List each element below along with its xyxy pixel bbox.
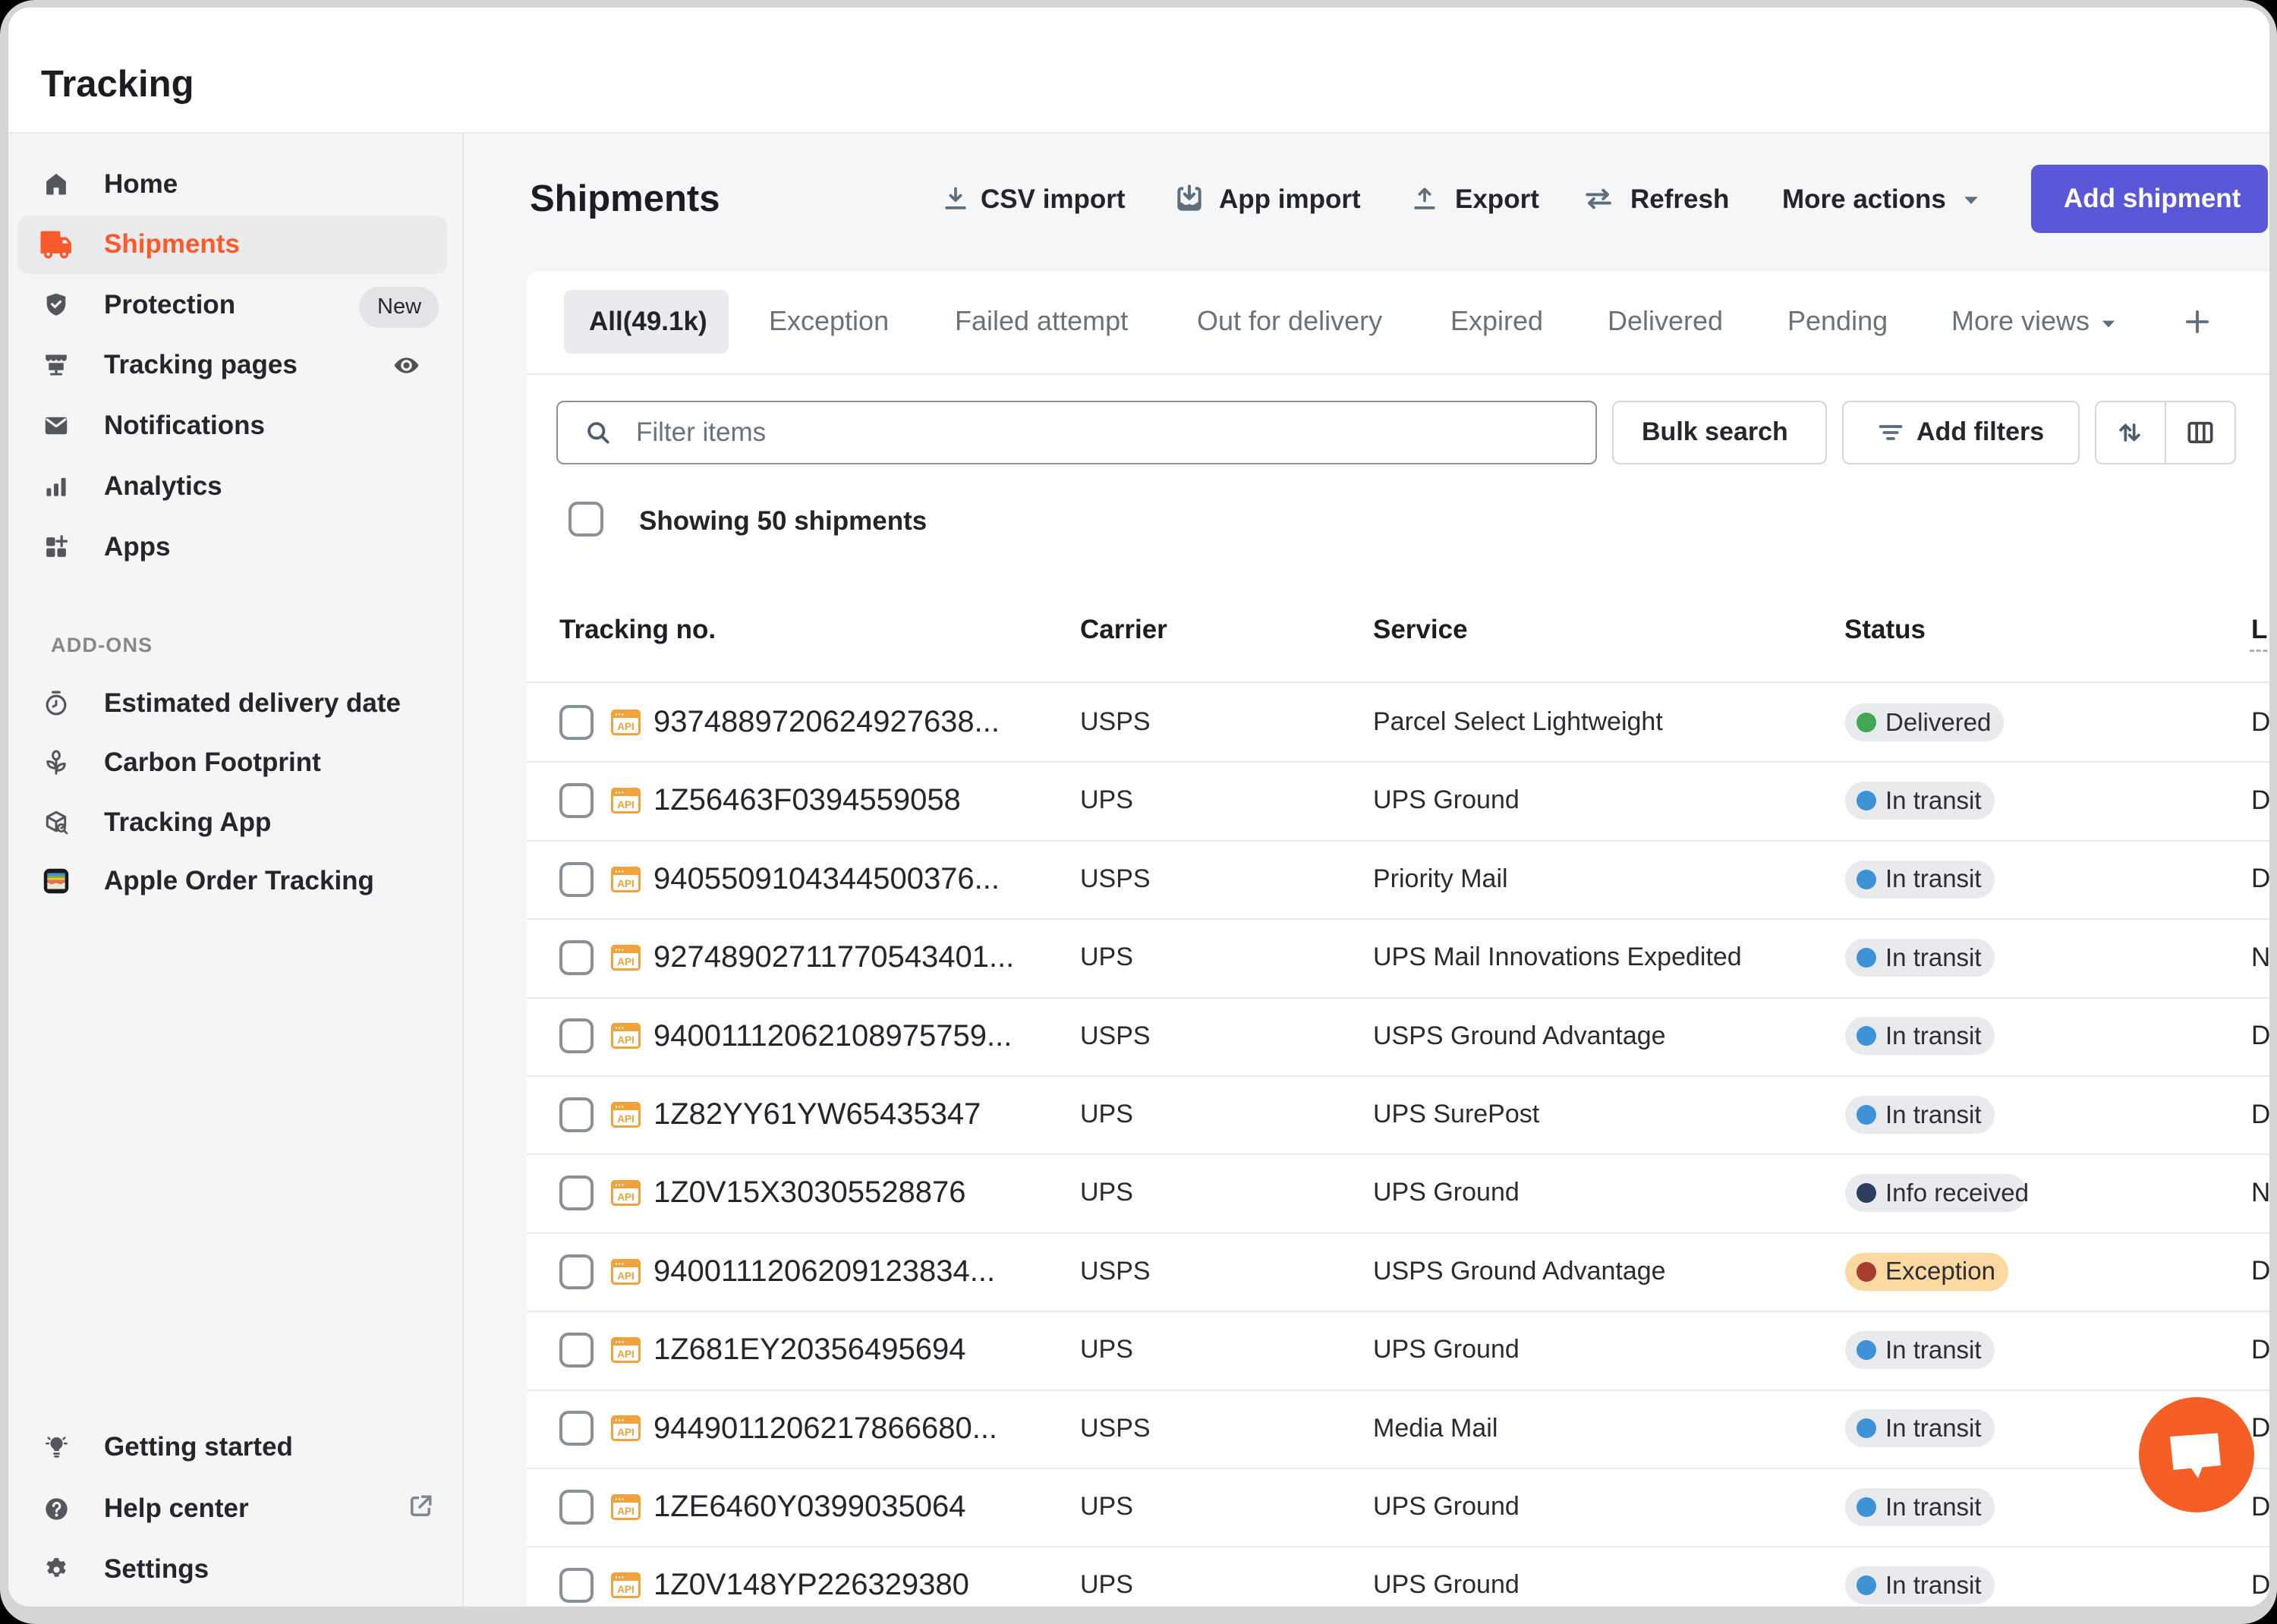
svg-text:API: API (617, 1349, 635, 1360)
svg-text:API: API (617, 1191, 635, 1203)
svg-text:API: API (617, 1584, 635, 1595)
svg-text:API: API (617, 956, 635, 968)
svg-text:API: API (617, 799, 635, 810)
svg-text:API: API (617, 1270, 635, 1282)
svg-text:API: API (617, 878, 635, 889)
svg-text:API: API (617, 721, 635, 732)
svg-text:API: API (617, 1034, 635, 1046)
svg-text:API: API (617, 1506, 635, 1517)
svg-text:API: API (617, 1113, 635, 1125)
svg-text:API: API (617, 1427, 635, 1438)
